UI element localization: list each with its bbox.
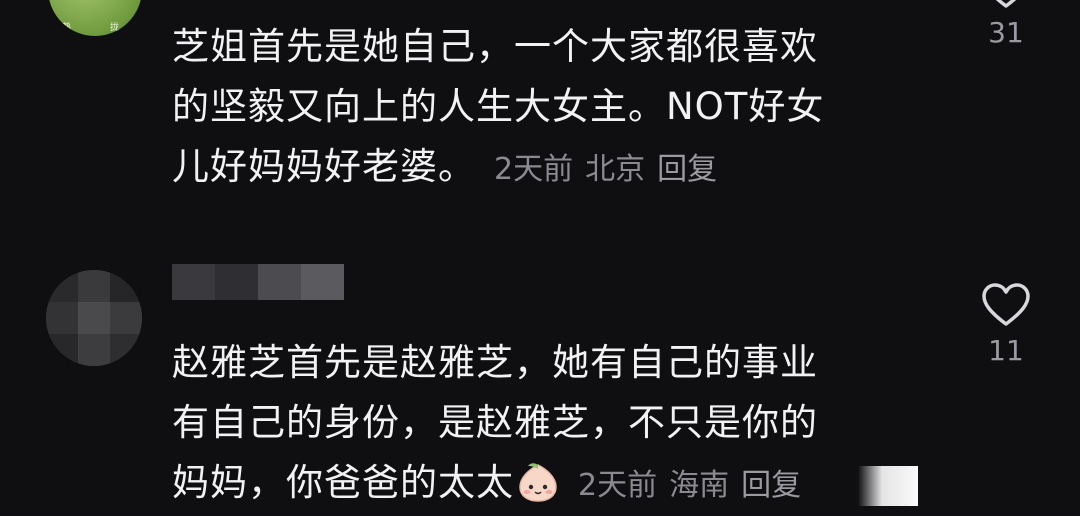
avatar-caption: 拢	[110, 23, 120, 33]
reply-button[interactable]: 回复	[657, 152, 717, 187]
comment-time: 2天前	[578, 468, 658, 503]
comment-meta: 2天前 北京 回复	[494, 152, 729, 187]
commenter-avatar[interactable]	[46, 270, 142, 366]
comment-location: 北京	[585, 152, 646, 187]
like-button[interactable]: 11	[978, 282, 1034, 367]
heart-outline-icon	[995, 0, 1017, 8]
comment-text: 赵雅芝首先是赵雅芝，她有自己的事业 有自己的身份，是赵雅芝，不只是你的 妈妈，你…	[172, 333, 932, 516]
comment-meta: 2天前 海南 回复	[578, 468, 813, 503]
like-count: 11	[988, 334, 1024, 367]
watermark-overlay	[858, 466, 918, 506]
avatar-caption: 熟	[62, 23, 72, 33]
like-button[interactable]: 31	[978, 0, 1034, 49]
commenter-avatar[interactable]: 熟 拢	[48, 0, 142, 36]
like-count: 31	[988, 16, 1024, 49]
comment-item: 熟 拢 芝姐首先是她自己，一个大家都很喜欢 的坚毅又向上的人生大女主。NOT好女…	[0, 0, 1080, 200]
commenter-username-redacted[interactable]	[172, 264, 344, 300]
comment-time: 2天前	[494, 152, 574, 187]
comment-item: 赵雅芝首先是赵雅芝，她有自己的事业 有自己的身份，是赵雅芝，不只是你的 妈妈，你…	[0, 250, 1080, 506]
reply-button[interactable]: 回复	[741, 468, 801, 503]
heart-outline-icon	[982, 283, 1030, 326]
comment-text: 芝姐首先是她自己，一个大家都很喜欢 的坚毅又向上的人生大女主。NOT好女 儿好妈…	[172, 17, 932, 200]
comment-location: 海南	[669, 468, 730, 503]
peach-face-emoji-icon	[519, 463, 557, 502]
